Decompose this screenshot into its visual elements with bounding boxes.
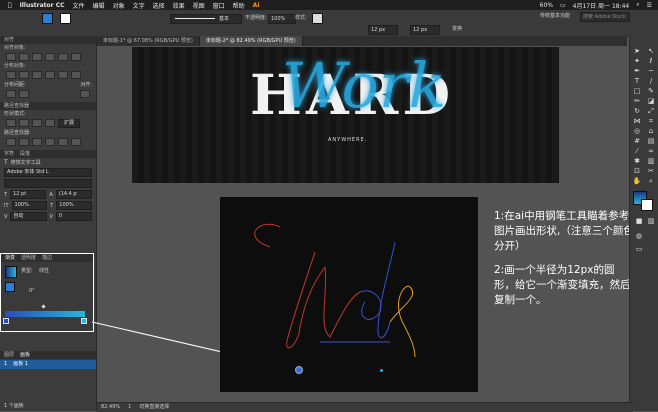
- document-tabs: 未标题-1* @ 67.08% (RGB/GPU 预览) 未标题-2* @ 82…: [97, 36, 627, 46]
- draw-mode-icon[interactable]: ◍: [634, 232, 644, 240]
- eyedropper-icon[interactable]: ⁄: [632, 147, 642, 155]
- symbol-sprayer-icon[interactable]: ✱: [632, 157, 642, 165]
- color-mode-icon[interactable]: ■: [634, 217, 644, 225]
- screen-mode-icon[interactable]: ▭: [634, 245, 644, 253]
- gradient-circle-2[interactable]: [380, 369, 383, 372]
- perspective-icon[interactable]: ⌂: [646, 127, 656, 135]
- step-1-text: 1:在ai中用钢笔工具瞄着参考图片画出形状,（注意三个颜色分开）: [494, 210, 634, 252]
- lasso-icon[interactable]: ℓ: [646, 57, 656, 65]
- pencil-icon[interactable]: ✏: [632, 97, 642, 105]
- blend-icon[interactable]: ∞: [646, 147, 656, 155]
- pen-tool-icon[interactable]: ✒: [632, 67, 642, 75]
- curvature-icon[interactable]: ~: [646, 67, 656, 75]
- doc-tab-1[interactable]: 未标题-1* @ 67.08% (RGB/GPU 预览): [97, 36, 200, 46]
- reference-image: HARD Work ANYWHERE.: [132, 47, 559, 183]
- magic-wand-icon[interactable]: ✦: [632, 57, 642, 65]
- graph-icon[interactable]: ▥: [646, 157, 656, 165]
- tutorial-annotation: 1:在ai中用钢笔工具瞄着参考图片画出形状,（注意三个颜色分开） 2:画一个半径…: [494, 209, 634, 317]
- artboard-tool-icon[interactable]: ⊡: [632, 167, 642, 175]
- free-transform-icon[interactable]: ⌗: [646, 117, 656, 125]
- artboard-canvas: [220, 197, 478, 392]
- width-tool-icon[interactable]: ⋈: [632, 117, 642, 125]
- eraser-icon[interactable]: ◪: [646, 97, 656, 105]
- zoom-tool-icon[interactable]: ⌕: [646, 177, 656, 185]
- gradient-mode-icon[interactable]: ▧: [646, 217, 656, 225]
- tagline-text: ANYWHERE.: [328, 137, 368, 143]
- direct-selection-tool-icon[interactable]: ↖: [646, 47, 656, 55]
- shape-builder-icon[interactable]: ◎: [632, 127, 642, 135]
- trace-paths: [254, 223, 416, 358]
- hand-tool-icon[interactable]: ✋: [632, 177, 642, 185]
- gradient-tool-icon[interactable]: ▤: [646, 137, 656, 145]
- rectangle-tool-icon[interactable]: □: [632, 87, 642, 95]
- paintbrush-icon[interactable]: ✎: [646, 87, 656, 95]
- mesh-icon[interactable]: #: [632, 137, 642, 145]
- step-2-text: 2:画一个半径为12px的圆形，给它一个渐变填充，然后复制一个。: [494, 264, 631, 306]
- selection-tool-icon[interactable]: ➤: [632, 47, 642, 55]
- scale-icon[interactable]: ⤢: [646, 107, 656, 115]
- stroke-color-box[interactable]: [641, 199, 653, 211]
- type-tool-icon[interactable]: T: [632, 77, 642, 85]
- work-neon-text: Work: [282, 49, 447, 122]
- rotate-icon[interactable]: ↻: [632, 107, 642, 115]
- slice-icon[interactable]: ✂: [646, 167, 656, 175]
- doc-tab-2[interactable]: 未标题-2* @ 82.49% (RGB/GPU 预览): [199, 36, 303, 46]
- tools-panel: ➤ ↖ ✦ ℓ ✒ ~ T / □ ✎ ✏ ◪ ↻ ⤢ ⋈ ⌗ ◎ ⌂ # ▤ ⁄ ∞ ✱ ▥ ⊡ ✂ ✋…: [629, 36, 658, 411]
- gradient-circle-1[interactable]: [296, 367, 302, 373]
- line-tool-icon[interactable]: /: [646, 77, 656, 85]
